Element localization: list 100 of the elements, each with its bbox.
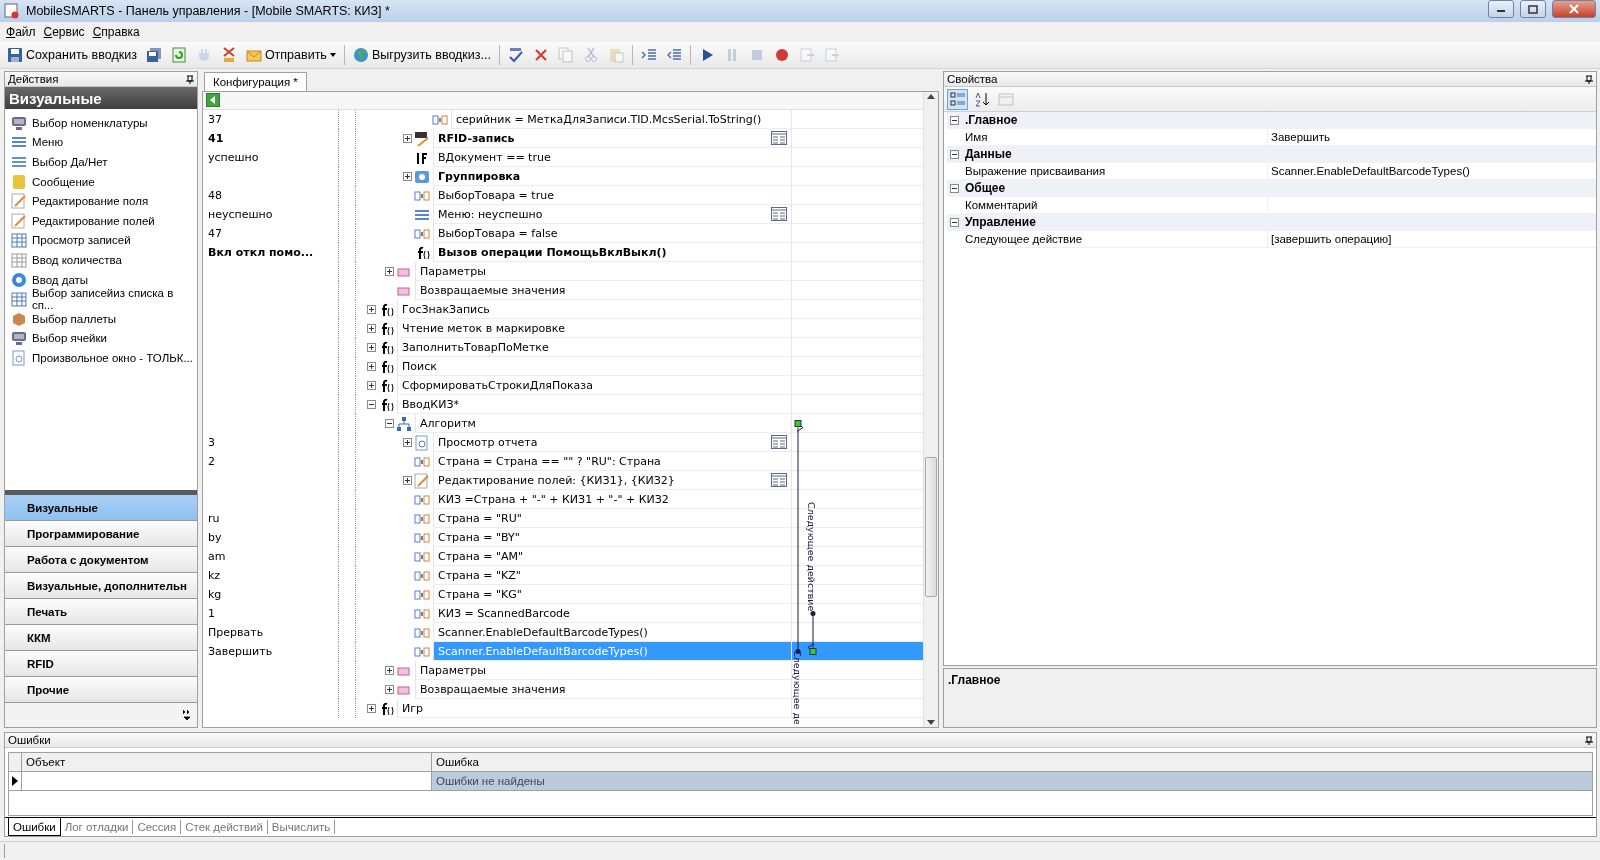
tree-node[interactable]: серийник = МеткаДляЗаписи.TID.McsSerial.ToString() xyxy=(451,110,791,129)
expand-toggle[interactable] xyxy=(403,172,412,181)
expand-toggle[interactable] xyxy=(367,343,376,352)
property-value[interactable]: Scanner.EnableDefaultBarcodeTypes() xyxy=(1268,162,1596,179)
expand-toggle[interactable] xyxy=(950,217,959,227)
tree-node[interactable]: Страна = "KZ" xyxy=(433,566,791,585)
minus-icon xyxy=(386,420,393,427)
action-item[interactable]: Выбор записейиз списка в сп... xyxy=(5,289,197,309)
envelope-icon xyxy=(245,47,262,63)
column-header[interactable]: Ошибка xyxy=(432,753,1592,771)
expand-toggle[interactable] xyxy=(367,305,376,314)
scrollbar[interactable] xyxy=(923,92,938,727)
tree-node[interactable]: Поиск xyxy=(397,357,791,376)
tree-node[interactable]: КИЗ = ScannedBarcode xyxy=(433,604,791,623)
action-item[interactable]: Меню xyxy=(5,132,197,153)
property-category: Общее xyxy=(965,181,1006,196)
tree-node[interactable]: Алгоритм xyxy=(415,414,791,433)
menu-item[interactable]: Файл xyxy=(6,25,36,39)
tree-node[interactable]: Страна = "RU" xyxy=(433,509,791,528)
expand-toggle[interactable] xyxy=(367,381,376,390)
expand-toggle[interactable] xyxy=(367,704,376,713)
action-item[interactable]: Произвольное окно - ТОЛЬК... xyxy=(5,348,197,368)
tree-node[interactable]: Игр xyxy=(397,699,791,718)
document-tab[interactable]: Конфигурация * xyxy=(204,72,307,91)
action-item[interactable]: Выбор ячейки xyxy=(5,328,197,349)
action-item[interactable]: Сообщение xyxy=(5,171,197,192)
property-value[interactable]: [завершить операцию] xyxy=(1268,230,1596,247)
tree-node[interactable]: Параметры xyxy=(415,262,791,281)
tree-node[interactable]: Страна = "AM" xyxy=(433,547,791,566)
tree-node[interactable]: Возвращаемые значения xyxy=(415,281,791,300)
back-button[interactable] xyxy=(206,93,220,107)
expand-toggle[interactable] xyxy=(403,134,412,143)
category-button[interactable]: Визуальные, дополнительн xyxy=(5,573,197,599)
folder-icon xyxy=(414,168,430,185)
action-item[interactable]: Выбор номенклатуры xyxy=(5,113,197,133)
tree-node[interactable]: Страна = "KG" xyxy=(433,585,791,604)
toolbar-button[interactable]: Выгрузить вводкиз... xyxy=(349,44,494,66)
category-button[interactable]: RFID xyxy=(5,651,197,677)
category-button[interactable]: ККМ xyxy=(5,625,197,651)
maximize-button[interactable] xyxy=(1520,0,1546,18)
column-header[interactable]: Объект xyxy=(22,753,432,771)
toolbar-button[interactable]: Сохранить вводкиз xyxy=(4,44,140,66)
action-item[interactable]: Редактирование поля xyxy=(5,191,197,211)
tree-node[interactable]: ГосЗнакЗапись xyxy=(397,300,791,319)
expand-toggle[interactable] xyxy=(367,324,376,333)
tree-node[interactable]: Параметры xyxy=(415,661,791,680)
tab[interactable]: Стек действий xyxy=(181,820,268,834)
connector-handle xyxy=(809,648,817,655)
expand-toggle[interactable] xyxy=(950,149,959,159)
tree-node[interactable]: Редактирование полей: {КИЗ1}, {КИЗ2} xyxy=(433,471,791,490)
category-button[interactable]: Работа с документом xyxy=(5,547,197,573)
tab[interactable]: Сессия xyxy=(133,820,182,834)
expand-toggle[interactable] xyxy=(385,267,394,276)
minimize-button[interactable] xyxy=(1488,0,1514,18)
expand-toggle[interactable] xyxy=(950,183,959,193)
row-indicator[interactable] xyxy=(9,772,22,790)
expand-toggle[interactable] xyxy=(385,685,394,694)
toolbar-button[interactable]: Отправить xyxy=(242,44,339,66)
scrollbar-thumb[interactable] xyxy=(925,457,937,597)
tree-node[interactable]: ВДокумент == true xyxy=(433,148,791,167)
tab[interactable]: Вычислить xyxy=(267,820,336,834)
tree-node[interactable]: ВыборТовара = true xyxy=(433,186,791,205)
tree-node[interactable]: Страна = Страна == "" ? "RU": Страна xyxy=(433,452,791,471)
close-button[interactable] xyxy=(1552,0,1596,18)
tree-node[interactable]: Вызов операции ПомощьВклВыкл() xyxy=(433,243,791,262)
tree-node[interactable]: Возвращаемые значения xyxy=(415,680,791,699)
tree-node[interactable]: Страна = "BY" xyxy=(433,528,791,547)
tree-node[interactable]: КИЗ =Страна + "-" + КИЗ1 + "-" + КИЗ2 xyxy=(433,490,791,509)
action-item[interactable]: Выбор паллеты xyxy=(5,308,197,329)
tree-node[interactable]: Группировка xyxy=(433,167,791,186)
category-button[interactable]: Печать xyxy=(5,599,197,625)
tab[interactable]: Лог отладки xyxy=(60,820,134,834)
expand-toggle[interactable] xyxy=(385,666,394,675)
category-button[interactable]: Визуальные xyxy=(5,495,197,521)
action-item[interactable]: Выбор Да/Нет xyxy=(5,152,197,172)
categorized-button[interactable] xyxy=(947,88,968,110)
tree-node[interactable]: RFID-запись xyxy=(433,129,791,148)
tree-node[interactable]: Меню: неуспешно xyxy=(433,205,791,224)
tree-node[interactable]: ВводКИЗ* xyxy=(397,395,791,414)
category-button[interactable]: Программирование xyxy=(5,521,197,547)
property-value[interactable]: Завершить xyxy=(1268,128,1596,145)
menu-item[interactable]: Справка xyxy=(92,25,140,39)
expand-toggle[interactable] xyxy=(403,476,412,485)
expand-toggle[interactable] xyxy=(385,419,394,428)
tree-node[interactable]: Чтение меток в маркировке xyxy=(397,319,791,338)
tree-node[interactable]: ВыборТовара = false xyxy=(433,224,791,243)
action-item[interactable]: Ввод количества xyxy=(5,250,197,270)
category-button[interactable]: Прочие xyxy=(5,677,197,703)
tree-node[interactable]: ЗаполнитьТоварПоМетке xyxy=(397,338,791,357)
tree-node[interactable]: СформироватьСтрокиДляПоказа xyxy=(397,376,791,395)
action-item[interactable]: Редактирование полей xyxy=(5,210,197,231)
panel-title: Ошибки xyxy=(8,734,51,746)
expand-toggle[interactable] xyxy=(950,115,959,125)
expand-toggle[interactable] xyxy=(367,362,376,371)
expand-toggle[interactable] xyxy=(367,400,376,409)
tab[interactable]: Ошибки xyxy=(8,818,61,836)
menu-item[interactable]: Сервис xyxy=(43,25,85,39)
tree-node[interactable]: Просмотр отчета xyxy=(433,433,791,452)
action-item[interactable]: Просмотр записей xyxy=(5,230,197,251)
expand-toggle[interactable] xyxy=(403,438,412,447)
